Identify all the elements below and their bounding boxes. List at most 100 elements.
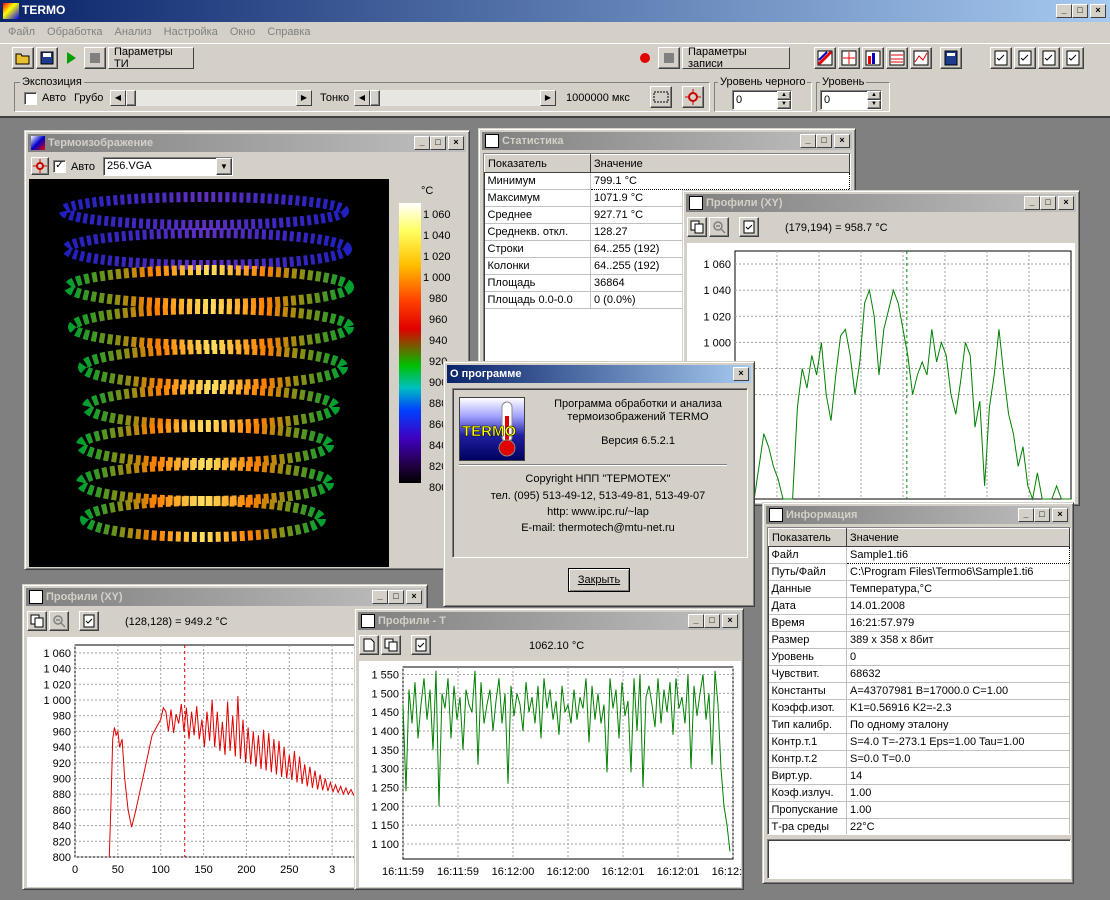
zoom-out-icon[interactable] (49, 611, 69, 631)
about-close-button[interactable]: Закрыть (568, 568, 630, 592)
menu-file[interactable]: Файл (0, 26, 41, 38)
coarse-thumb[interactable] (126, 90, 136, 106)
table-row[interactable]: Контр.т.2 S=0.0 T=0.0 (768, 750, 1070, 768)
stats-maximize-button[interactable]: □ (816, 134, 832, 148)
menu-window[interactable]: Окно (224, 26, 262, 38)
stats-minimize-button[interactable]: _ (800, 134, 816, 148)
thermo-maximize-button[interactable]: □ (430, 136, 446, 150)
profile-t-icon[interactable] (910, 47, 932, 69)
fine-right-arrow[interactable]: ▶ (540, 90, 556, 106)
profile-xy-bottom-minimize-button[interactable]: _ (372, 590, 388, 604)
table-row[interactable]: Константы A=43707981 B=17000.0 C=1.00 (768, 682, 1070, 700)
about-close-x-button[interactable]: × (733, 367, 749, 381)
menu-help[interactable]: Справка (261, 26, 316, 38)
app-minimize-button[interactable]: _ (1056, 4, 1072, 18)
info-header-value[interactable]: Значение (846, 528, 1070, 547)
copy-icon[interactable] (687, 217, 707, 237)
profile-t-chart[interactable]: 1 100 1 150 1 200 1 250 1 300 1 350 1 400 1 450… (359, 661, 754, 887)
info-close-button[interactable]: × (1052, 508, 1068, 522)
menu-analysis[interactable]: Анализ (109, 26, 158, 38)
histogram-icon[interactable] (862, 47, 884, 69)
table-icon[interactable] (886, 47, 908, 69)
menu-settings[interactable]: Настройка (158, 26, 224, 38)
save-icon[interactable] (36, 47, 58, 69)
open-folder-icon[interactable] (12, 47, 34, 69)
app-maximize-button[interactable]: □ (1072, 4, 1088, 18)
calculator-icon[interactable] (940, 47, 962, 69)
thermal-image[interactable] (29, 179, 389, 567)
checklist-icon[interactable] (411, 635, 431, 655)
checklist-icon[interactable] (739, 217, 759, 237)
copy-icon[interactable] (381, 635, 401, 655)
table-row[interactable]: Размер 389 x 358 x 8бит (768, 631, 1070, 649)
thermo-window-icon[interactable] (814, 47, 836, 69)
stop-icon[interactable] (84, 47, 106, 69)
table-row[interactable]: Коэфф.изот. K1=0.56916 K2=-2.3 (768, 699, 1070, 717)
thermo-close-button[interactable]: × (448, 136, 464, 150)
stats-header-param[interactable]: Показатель (484, 154, 591, 173)
stats-header-value[interactable]: Значение (590, 154, 850, 173)
profile-xy-top-maximize-button[interactable]: □ (1040, 196, 1056, 210)
table-row[interactable]: Данные Температура,°C (768, 580, 1070, 598)
check-list-icon-1[interactable] (990, 47, 1012, 69)
black-level-spin-down[interactable]: ▼ (777, 100, 791, 109)
black-level-input[interactable]: 0 ▲ ▼ (732, 90, 792, 110)
profile-xy-top-close-button[interactable]: × (1058, 196, 1074, 210)
select-area-icon[interactable] (650, 86, 672, 108)
level-input[interactable]: 0 ▲ ▼ (820, 90, 882, 110)
level-spin-up[interactable]: ▲ (867, 91, 881, 100)
fine-left-arrow[interactable]: ◀ (354, 90, 370, 106)
table-row[interactable]: Файл Sample1.ti6 (768, 546, 1070, 564)
record-stop-icon[interactable] (658, 47, 680, 69)
coarse-right-arrow[interactable]: ▶ (296, 90, 312, 106)
table-row[interactable]: Время 16:21:57.979 (768, 614, 1070, 632)
play-icon[interactable] (60, 47, 82, 69)
fine-slider[interactable]: ◀ ▶ (354, 90, 556, 106)
profile-t-minimize-button[interactable]: _ (688, 614, 704, 628)
zoom-out-icon[interactable] (709, 217, 729, 237)
menu-processing[interactable]: Обработка (41, 26, 108, 38)
thermo-mode-dropdown-icon[interactable]: ▼ (216, 158, 232, 175)
profile-t-maximize-button[interactable]: □ (704, 614, 720, 628)
table-row[interactable]: Контр.т.1 S=4.0 T=-273.1 Eps=1.00 Tau=1.0… (768, 733, 1070, 751)
check-list-icon-4[interactable] (1062, 47, 1084, 69)
params-ti-button[interactable]: Параметры ТИ (108, 46, 194, 70)
table-row[interactable]: Пропускание 1.00 (768, 801, 1070, 819)
table-row[interactable]: Коэф.излуч. 1.00 (768, 784, 1070, 802)
check-list-icon-2[interactable] (1014, 47, 1036, 69)
app-close-button[interactable]: × (1090, 4, 1106, 18)
profile-xy-top-minimize-button[interactable]: _ (1024, 196, 1040, 210)
profile-xy-bottom-chart[interactable]: 800 820 840 860 880 900 920 940 960 980 1 000 1 020… (27, 637, 357, 887)
table-row[interactable]: Вирт.ур. 14 (768, 767, 1070, 785)
params-record-button[interactable]: Параметры записи (682, 46, 790, 70)
thermo-minimize-button[interactable]: _ (414, 136, 430, 150)
info-notes-area[interactable] (767, 839, 1071, 879)
profile-xy-bottom-maximize-button[interactable]: □ (388, 590, 404, 604)
thermo-mode-select[interactable]: 256.VGA ▼ (103, 157, 233, 176)
thermo-auto-checkbox[interactable]: ✓ (53, 160, 66, 173)
table-row[interactable]: Путь/Файл C:\Program Files\Termo6\Sample1… (768, 563, 1070, 581)
check-list-icon-3[interactable] (1038, 47, 1060, 69)
record-icon[interactable] (634, 47, 656, 69)
table-row[interactable]: Уровень 0 (768, 648, 1070, 666)
info-header-param[interactable]: Показатель (768, 528, 847, 547)
new-document-icon[interactable] (359, 635, 379, 655)
table-row[interactable]: Тип калибр. По одному эталону (768, 716, 1070, 734)
coarse-slider[interactable]: ◀ ▶ (110, 90, 312, 106)
table-row[interactable]: Чувствит. 68632 (768, 665, 1070, 683)
exposure-auto-checkbox[interactable] (24, 92, 37, 105)
profile-xy-bottom-close-button[interactable]: × (406, 590, 422, 604)
move-cursor-icon[interactable] (682, 86, 704, 108)
table-row[interactable]: Т-ра среды 22°C (768, 818, 1070, 834)
level-spin-down[interactable]: ▼ (867, 100, 881, 109)
coarse-left-arrow[interactable]: ◀ (110, 90, 126, 106)
info-minimize-button[interactable]: _ (1018, 508, 1034, 522)
stats-close-button[interactable]: × (834, 134, 850, 148)
thermo-move-icon[interactable] (31, 157, 49, 175)
info-maximize-button[interactable]: □ (1034, 508, 1050, 522)
checklist-icon[interactable] (79, 611, 99, 631)
fine-thumb[interactable] (370, 90, 380, 106)
table-row[interactable]: Дата 14.01.2008 (768, 597, 1070, 615)
profile-xy-icon[interactable] (838, 47, 860, 69)
black-level-spin-up[interactable]: ▲ (777, 91, 791, 100)
